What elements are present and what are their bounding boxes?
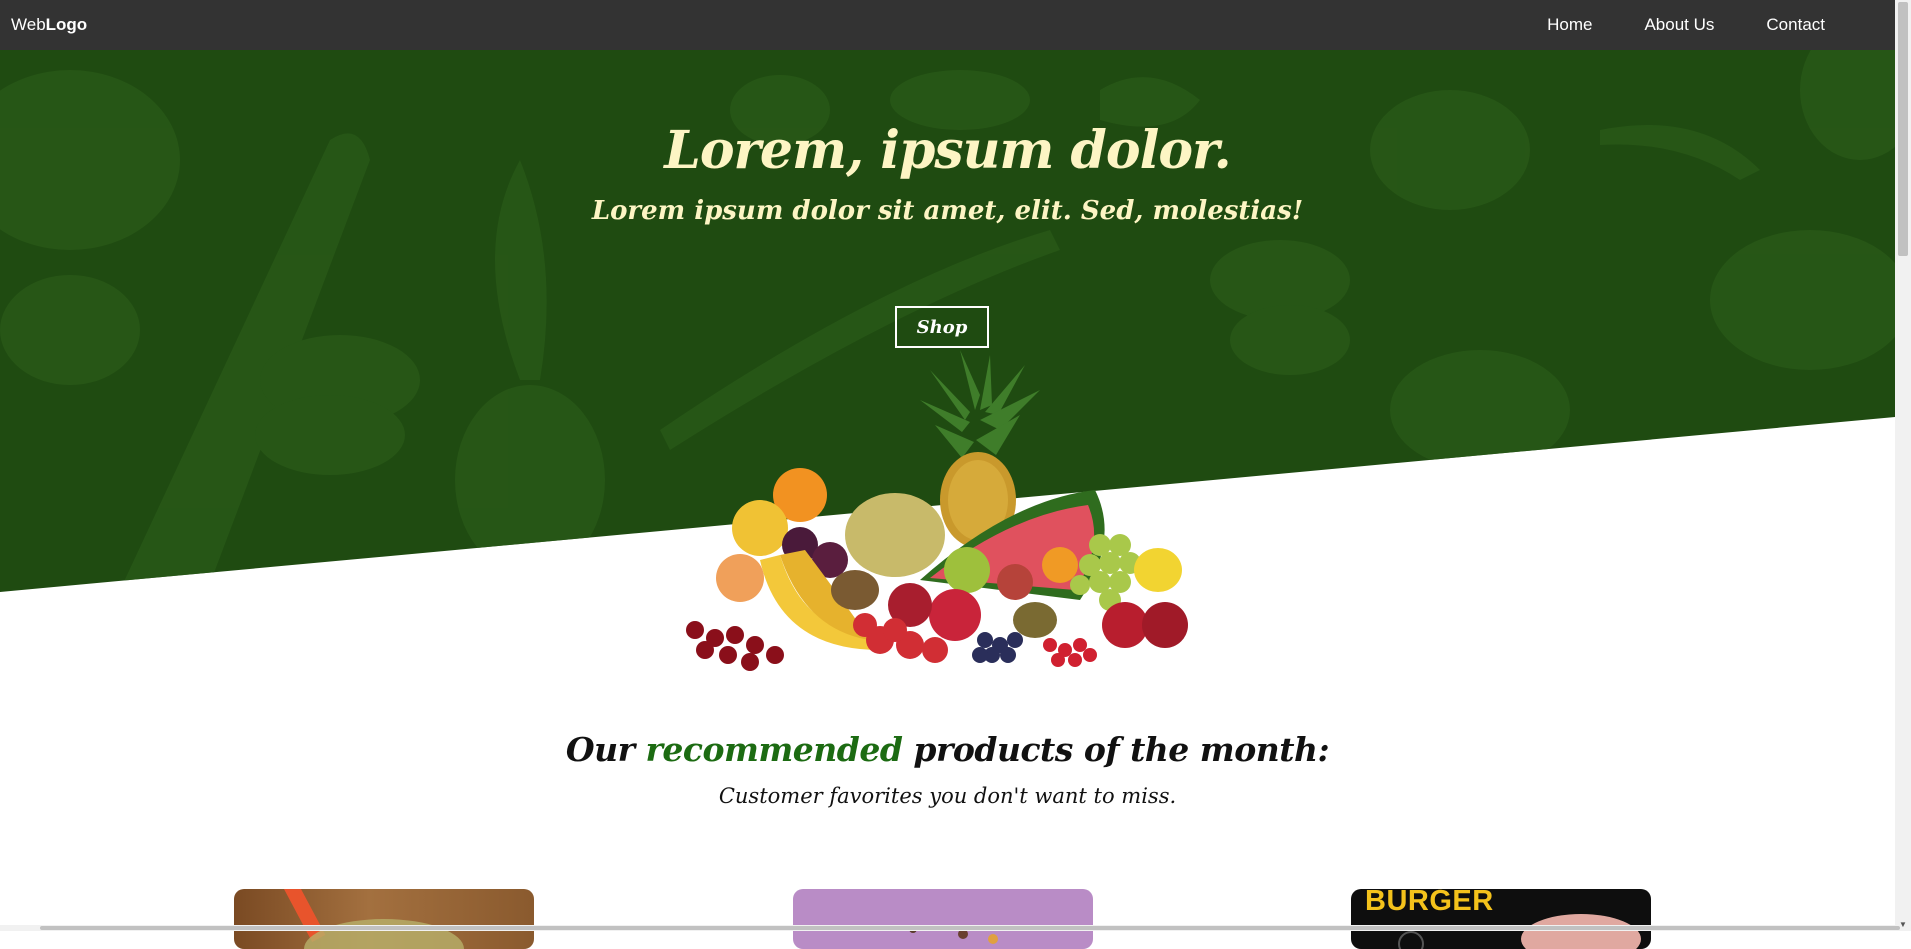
logo-prefix: Web xyxy=(11,15,46,34)
dessert-image xyxy=(909,925,998,944)
product-card-dessert[interactable] xyxy=(793,889,1093,949)
recommended-subheading: Customer favorites you don't want to mis… xyxy=(718,784,1177,808)
recommended-heading: Our recommended products of the month: xyxy=(0,730,1895,769)
product-card-burger[interactable]: BURGER xyxy=(1351,889,1651,949)
horizontal-scroll-thumb[interactable] xyxy=(40,926,1900,930)
nav-link-contact[interactable]: Contact xyxy=(1766,0,1825,50)
heading-accent-word: recommended xyxy=(645,730,903,769)
nav-link-about-us[interactable]: About Us xyxy=(1644,0,1714,50)
hero-title: Lorem, ipsum dolor. xyxy=(664,120,1231,181)
fruit-pile-image xyxy=(686,350,1188,671)
horizontal-scrollbar[interactable] xyxy=(0,925,1900,931)
heading-part-before: Our xyxy=(565,730,646,769)
drink-image xyxy=(284,889,464,949)
nav-link-home[interactable]: Home xyxy=(1547,0,1592,50)
hero-subtitle: Lorem ipsum dolor sit amet, elit. Sed, m… xyxy=(591,196,1304,226)
shop-button[interactable]: Shop xyxy=(895,306,989,348)
product-card-drink[interactable] xyxy=(234,889,534,949)
vertical-scroll-thumb[interactable] xyxy=(1898,2,1908,256)
heading-part-after: products of the month: xyxy=(902,730,1330,769)
nav-links: Home About Us Contact xyxy=(1495,0,1825,50)
top-navbar: WebLogo Home About Us Contact xyxy=(0,0,1895,50)
site-logo[interactable]: WebLogo xyxy=(11,0,87,50)
logo-bold: Logo xyxy=(45,15,88,34)
vertical-scrollbar[interactable]: ▼ xyxy=(1895,0,1911,931)
scroll-down-arrow-icon[interactable]: ▼ xyxy=(1899,921,1907,929)
burger-image xyxy=(1398,914,1641,949)
